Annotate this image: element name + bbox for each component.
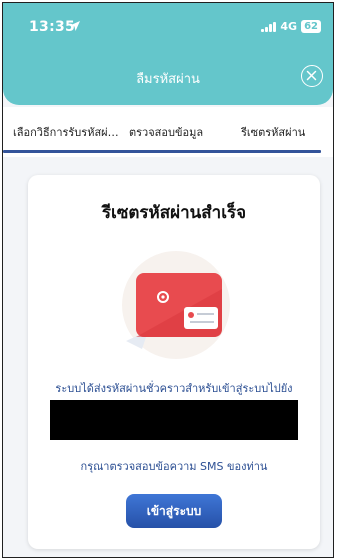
success-title: รีเซตรหัสผ่านสำเร็จ	[101, 203, 247, 223]
location-arrow-icon	[70, 21, 80, 31]
page-title: ลืมรหัสผ่าน	[136, 72, 200, 87]
battery-icon: 62	[301, 20, 321, 33]
redacted-phone-number	[50, 400, 298, 440]
signal-icon	[261, 21, 277, 32]
sms-hint: กรุณาตรวจสอบข้อความ SMS ของท่าน	[80, 460, 268, 473]
envelope-icon	[122, 251, 230, 359]
sent-message: ระบบได้ส่งรหัสผ่านชั่วคราวสำหรับเข้าสู่ร…	[55, 382, 293, 395]
status-indicators: 4G 62	[261, 20, 321, 33]
network-type: 4G	[280, 20, 298, 33]
tab-reset-password[interactable]: รีเซตรหัสผ่าน	[241, 123, 305, 141]
step-tabs: เลือกวิธีการรับรหัสผ่าน ตรวจสอบข้อมูล รี…	[3, 107, 333, 157]
header: 13:35 4G 62 ลืมรหัสผ่าน	[3, 3, 333, 105]
close-icon	[306, 70, 317, 81]
success-card: รีเซตรหัสผ่านสำเร็จ ระบบได้ส่งรหัสผ่านชั…	[28, 175, 320, 549]
status-bar: 13:35 4G 62	[3, 3, 333, 47]
screen-frame: 13:35 4G 62 ลืมรหัสผ่าน เลือกวิธีการรับร…	[2, 2, 334, 558]
tab-verify-info[interactable]: ตรวจสอบข้อมูล	[129, 123, 203, 141]
tab-select-method[interactable]: เลือกวิธีการรับรหัสผ่าน	[13, 123, 121, 141]
login-button[interactable]: เข้าสู่ระบบ	[126, 494, 222, 528]
tab-progress-indicator	[3, 150, 321, 153]
close-button[interactable]	[301, 65, 323, 87]
